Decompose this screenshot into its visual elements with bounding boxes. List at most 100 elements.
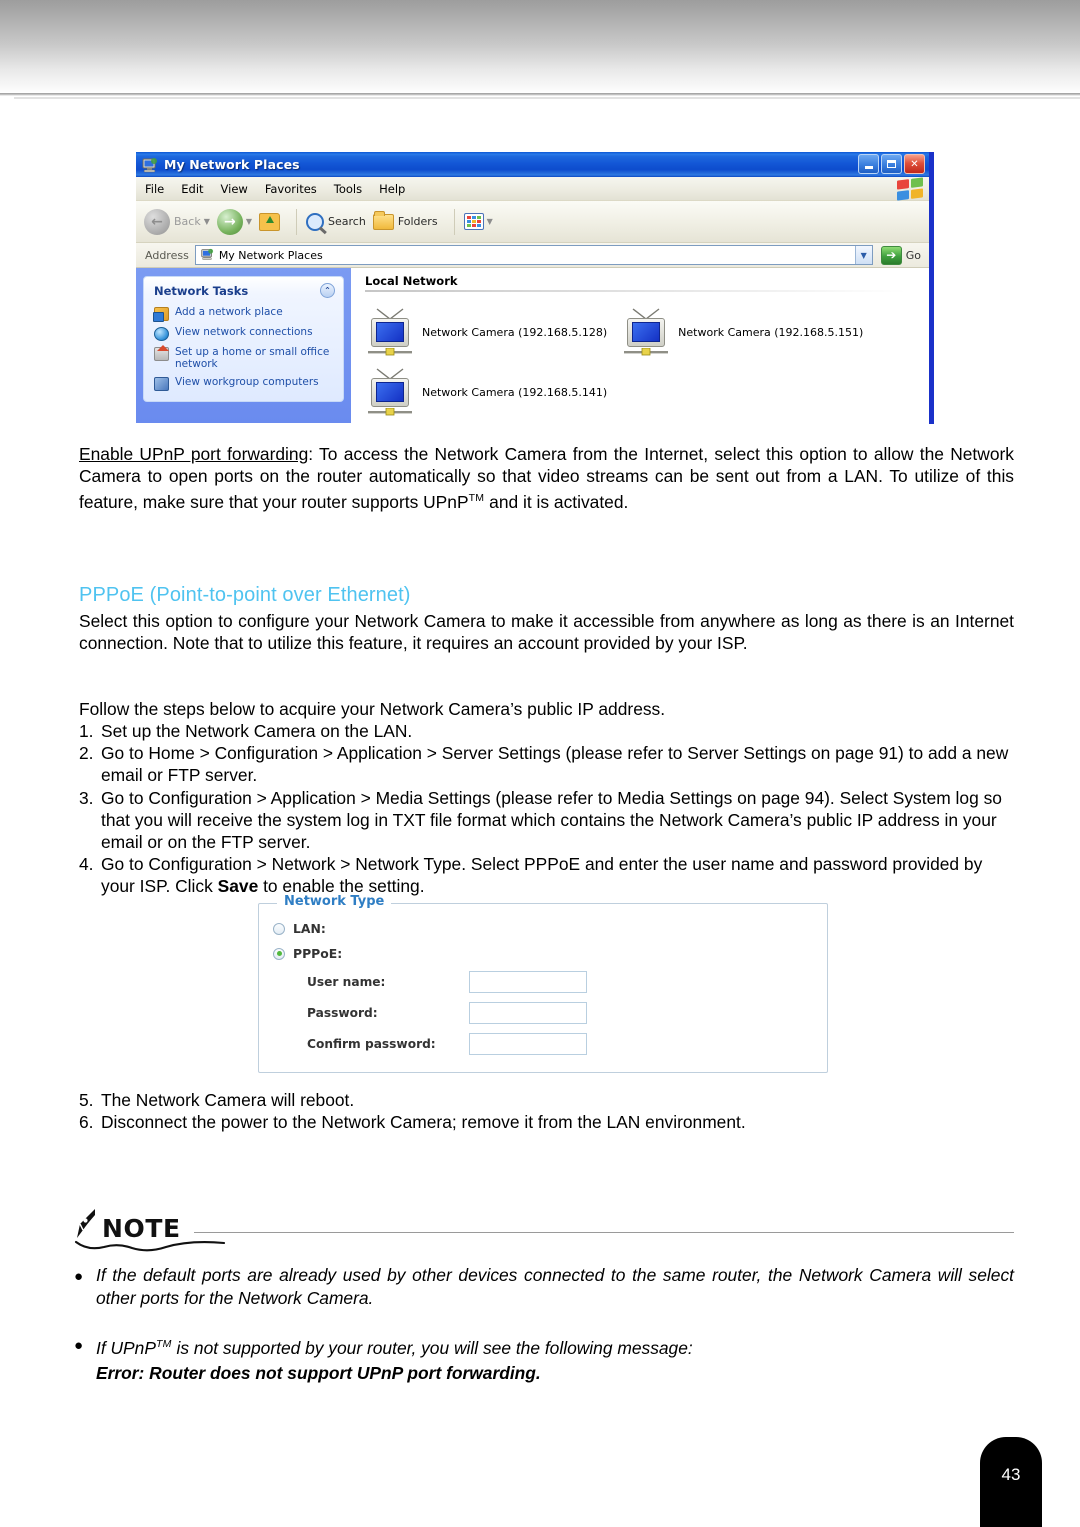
menu-item-help[interactable]: Help [379,182,405,196]
maximize-button[interactable] [881,154,902,174]
network-camera-icon [621,308,671,356]
password-field-row: Password: [273,1002,827,1024]
minimize-button[interactable] [858,154,879,174]
go-arrow-icon: ➔ [880,245,902,265]
step-number: 6. [79,1112,94,1133]
step-number: 2. [79,743,94,764]
menu-bar: File Edit View Favorites Tools Help [136,177,929,201]
note-item-1: ● If the default ports are already used … [74,1264,1014,1310]
views-button[interactable]: ▼ [463,213,493,230]
user-name-field-row: User name: [273,971,827,993]
lan-radio-row[interactable]: LAN: [273,921,827,936]
menu-item-file[interactable]: File [145,182,164,196]
page-header-rule [0,93,1080,96]
list-item: 1. Set up the Network Camera on the LAN. [79,720,1014,742]
device-label: Network Camera (192.168.5.141) [422,385,608,399]
note-block: NOTE [74,1208,1014,1252]
task-set-up-home-network[interactable]: Set up a home or small office network [144,343,343,373]
folder-icon [372,210,394,230]
globe-icon [154,326,169,341]
close-button[interactable]: ✕ [904,154,925,174]
views-dropdown-caret-icon[interactable]: ▼ [487,217,493,226]
back-dropdown-caret-icon[interactable]: ▼ [204,217,210,226]
window-controls: ✕ [858,154,925,174]
up-one-level-button[interactable] [259,212,281,231]
my-network-places-window: My Network Places ✕ File Edit View Favor… [136,152,934,424]
upnp-term: Enable UPnP port forwarding [79,444,309,464]
pppoe-steps-list-part1: 1. Set up the Network Camera on the LAN.… [79,720,1014,898]
pppoe-radio-row[interactable]: PPPoE: [273,946,827,961]
folders-button[interactable]: Folders [372,210,438,230]
back-button[interactable]: ← Back ▼ [144,208,210,235]
device-label: Network Camera (192.168.5.128) [422,325,608,339]
confirm-password-label: Confirm password: [307,1037,436,1051]
window-titlebar: My Network Places ✕ [136,152,929,177]
local-network-group-header: Local Network [365,274,458,288]
address-place-icon [200,246,214,265]
upnp-text-2: and it is activated. [484,492,629,513]
step-number: 4. [79,854,94,875]
network-camera-icon [365,308,415,356]
note-error-message: Error: Router does not support UPnP port… [96,1362,541,1383]
menu-item-edit[interactable]: Edit [181,182,203,196]
pppoe-radio-button[interactable] [273,947,285,960]
note-squiggle-underline [74,1240,226,1252]
pppoe-steps-list-part2: 5. The Network Camera will reboot. 6. Di… [79,1089,1014,1133]
page-number-tab: 43 [980,1437,1042,1527]
list-item: 2. Go to Home > Configuration > Applicat… [79,742,1014,786]
toolbar: ← Back ▼ → ▼ Search Folders ▼ [136,201,929,243]
list-item[interactable]: Network Camera (192.168.5.141) [365,368,607,416]
page-header-band [0,0,1080,92]
step-text: Disconnect the power to the Network Came… [101,1112,746,1133]
pen-nib-icon [74,1208,101,1242]
list-item[interactable]: Network Camera (192.168.5.151) [621,308,863,356]
window-title: My Network Places [164,157,300,172]
toolbar-separator-2 [453,208,455,235]
workgroup-icon [154,376,169,391]
search-label: Search [328,215,366,228]
search-button[interactable]: Search [306,212,366,231]
list-item: 6. Disconnect the power to the Network C… [79,1111,1014,1133]
task-label: View workgroup computers [175,375,319,388]
address-dropdown-chevron-icon[interactable]: ▼ [854,246,872,264]
bullet-icon: ● [74,1337,84,1354]
back-arrow-icon: ← [144,208,170,235]
forward-dropdown-caret-icon[interactable]: ▼ [246,217,252,226]
task-view-workgroup-computers[interactable]: View workgroup computers [144,373,343,393]
password-input[interactable] [469,1002,587,1024]
explorer-body: Network Tasks ⌃ Add a network place View… [136,268,929,423]
confirm-password-input[interactable] [469,1033,587,1055]
menu-item-favorites[interactable]: Favorites [265,182,317,196]
address-input[interactable]: My Network Places ▼ [194,245,873,265]
note-text-after: is not supported by your router, you wil… [171,1337,693,1358]
home-network-icon [154,344,169,361]
go-button[interactable]: ➔ Go [880,245,921,265]
views-grid-icon [463,213,484,230]
note-header: NOTE [74,1208,1014,1242]
device-row-1: Network Camera (192.168.5.128) Network C… [365,308,929,356]
lan-radio-button[interactable] [273,922,285,935]
confirm-password-field-row: Confirm password: [273,1033,827,1055]
my-network-places-icon [141,157,158,173]
back-label: Back [174,215,201,228]
menu-item-tools[interactable]: Tools [334,182,362,196]
password-label: Password: [307,1006,378,1020]
windows-logo-icon [897,177,923,201]
page-header-rule-secondary [14,97,1080,99]
user-name-input[interactable] [469,971,587,993]
list-item: 3. Go to Configuration > Application > M… [79,787,1014,854]
collapse-chevron-icon[interactable]: ⌃ [320,283,335,298]
forward-button[interactable]: → ▼ [216,208,252,235]
network-tasks-header: Network Tasks ⌃ [144,283,343,303]
note-text-before: If UPnP [96,1337,156,1358]
trademark-mark: TM [468,492,485,505]
lan-label: LAN: [293,921,326,936]
group-header-rule [365,290,907,292]
steps-lead-text: Follow the steps below to acquire your N… [79,699,666,719]
go-label: Go [905,248,921,262]
network-tasks-title: Network Tasks [154,283,249,298]
task-view-network-connections[interactable]: View network connections [144,323,343,343]
list-item[interactable]: Network Camera (192.168.5.128) [365,308,607,356]
task-add-a-network-place[interactable]: Add a network place [144,303,343,323]
menu-item-view[interactable]: View [221,182,248,196]
